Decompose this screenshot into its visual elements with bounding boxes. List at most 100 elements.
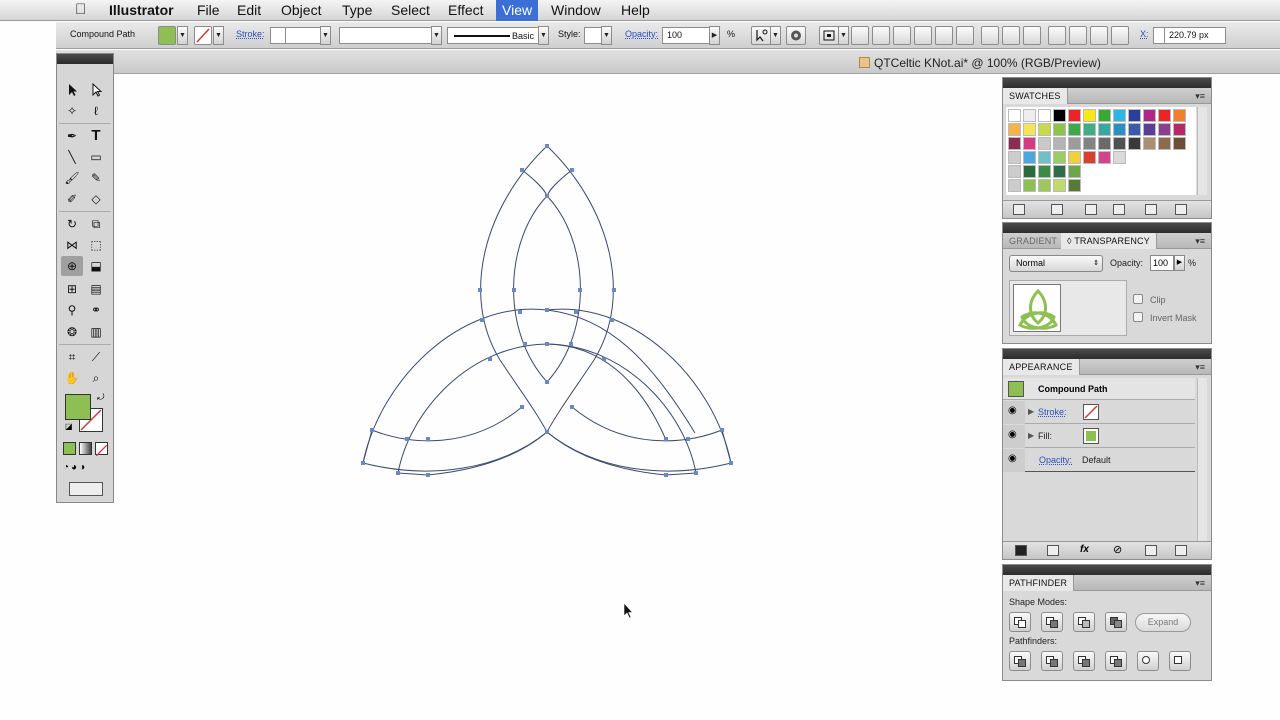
artboard-tool-icon[interactable]: ⌗ (61, 347, 83, 367)
color-swatch[interactable] (1053, 137, 1066, 150)
align-to-dropdown[interactable]: ▼ (838, 26, 849, 45)
x-position-link[interactable]: X: (1140, 29, 1149, 39)
delete-item-icon[interactable] (1175, 545, 1187, 556)
align-center-v-icon[interactable] (935, 26, 953, 45)
new-color-group-icon[interactable] (1113, 204, 1125, 215)
x-position-field[interactable]: 220.79 px (1164, 27, 1226, 44)
distribute-left-icon[interactable] (1048, 26, 1066, 45)
visibility-toggle[interactable]: ◉ (1003, 425, 1025, 448)
panel-grip[interactable] (1003, 223, 1211, 233)
column-graph-tool-icon[interactable]: ▥ (85, 322, 107, 342)
color-swatch[interactable] (1098, 151, 1111, 164)
appearance-object-row[interactable]: Compound Path (1003, 378, 1195, 400)
stroke-dropdown-arrow[interactable]: ▼ (213, 26, 224, 45)
free-transform-tool-icon[interactable]: ⬚ (85, 235, 107, 255)
color-swatch[interactable] (1083, 137, 1096, 150)
select-similar-dropdown[interactable]: ▼ (770, 26, 781, 45)
opacity-link[interactable]: Opacity: (625, 29, 658, 39)
color-swatch[interactable] (1098, 137, 1111, 150)
appearance-opacity-row[interactable]: ◉ Opacity: Default (1003, 449, 1195, 472)
panel-menu-icon[interactable]: ▾≡ (1195, 362, 1205, 373)
color-swatch[interactable] (1083, 151, 1096, 164)
menu-window[interactable]: Window (551, 2, 601, 20)
exclude-icon[interactable] (1105, 612, 1127, 632)
object-thumbnail[interactable] (1013, 284, 1061, 332)
gradient-tool-icon[interactable]: ▤ (85, 279, 107, 299)
fx-effect-icon[interactable]: fx (1080, 544, 1089, 555)
align-bottom-icon[interactable] (956, 26, 974, 45)
clear-appearance-icon[interactable]: ⊘ (1113, 543, 1122, 556)
expand-triangle-icon[interactable]: ▶ (1028, 431, 1034, 440)
color-swatch[interactable] (1023, 179, 1036, 192)
color-swatch[interactable] (1068, 123, 1081, 136)
clip-checkbox[interactable] (1133, 294, 1143, 304)
appearance-scrollbar[interactable] (1197, 378, 1207, 542)
menu-app-name[interactable]: Illustrator (109, 2, 174, 20)
tab-pathfinder[interactable]: PATHFINDER (1003, 575, 1075, 591)
divide-icon[interactable] (1009, 651, 1031, 671)
align-left-icon[interactable] (851, 26, 869, 45)
menu-object[interactable]: Object (281, 2, 321, 20)
color-swatch[interactable] (1053, 165, 1066, 178)
appearance-stroke-row[interactable]: ◉ ▶ Stroke: (1003, 401, 1195, 424)
color-swatch[interactable] (1023, 165, 1036, 178)
menu-help[interactable]: Help (621, 2, 650, 20)
outline-icon[interactable] (1137, 651, 1159, 671)
celtic-knot-artwork[interactable] (115, 75, 1000, 720)
visibility-toggle[interactable]: ◉ (1003, 449, 1025, 472)
pencil-tool-icon[interactable]: ✎ (85, 168, 107, 188)
panel-menu-icon[interactable]: ▾≡ (1195, 236, 1205, 247)
style-dropdown[interactable]: ▼ (601, 26, 612, 45)
zoom-tool-icon[interactable]: ⌕ (85, 368, 107, 388)
add-fill-icon[interactable] (1047, 545, 1059, 556)
color-swatch[interactable] (1008, 179, 1021, 192)
distribute-center-h-icon[interactable] (1069, 26, 1087, 45)
color-swatch[interactable] (1143, 123, 1156, 136)
color-swatch[interactable] (1008, 165, 1021, 178)
distribute-top-icon[interactable] (981, 26, 999, 45)
color-swatch[interactable] (1173, 123, 1186, 136)
variable-width-profile[interactable] (339, 27, 435, 44)
stroke-none-swatch[interactable] (194, 26, 212, 45)
symbol-sprayer-tool-icon[interactable]: ❂ (61, 322, 83, 342)
appearance-fill-row[interactable]: ◉ ▶ Fill: (1003, 425, 1195, 448)
panel-menu-icon[interactable]: ▾≡ (1195, 578, 1205, 589)
trim-icon[interactable] (1041, 651, 1063, 671)
expand-triangle-icon[interactable]: ▶ (1028, 407, 1034, 416)
distribute-center-v-icon[interactable] (1002, 26, 1020, 45)
tab-transparency[interactable]: ◊ TRANSPARENCY (1061, 233, 1157, 249)
minus-front-icon[interactable] (1041, 612, 1063, 632)
color-swatch[interactable] (1158, 123, 1171, 136)
lasso-tool-icon[interactable]: ℓ (85, 101, 107, 121)
color-swatch[interactable] (1128, 137, 1141, 150)
tab-gradient[interactable]: GRADIENT (1003, 233, 1063, 249)
color-swatch[interactable] (1143, 137, 1156, 150)
color-swatch[interactable] (1158, 109, 1171, 122)
color-mode-icon[interactable] (63, 442, 76, 455)
opacity-slider-arrow[interactable]: ▶ (1174, 255, 1185, 271)
swatches-scrollbar[interactable] (1197, 107, 1207, 195)
scale-tool-icon[interactable]: ⧉ (85, 214, 107, 234)
panel-grip[interactable] (1003, 349, 1211, 359)
blob-brush-tool-icon[interactable]: ✐ (61, 189, 83, 209)
color-swatch[interactable] (1113, 109, 1126, 122)
brush-definition-field[interactable]: Basic (447, 27, 539, 44)
color-swatch[interactable] (1173, 137, 1186, 150)
draw-mode-icons[interactable]: ◔◕◑ (63, 462, 87, 473)
menu-type[interactable]: Type (342, 2, 372, 20)
tab-swatches[interactable]: SWATCHES (1003, 88, 1068, 104)
color-swatch[interactable] (1038, 137, 1051, 150)
color-swatch[interactable] (1173, 109, 1186, 122)
hand-tool-icon[interactable]: ✋ (61, 368, 83, 388)
stroke-link[interactable]: Stroke: (1038, 407, 1067, 417)
menu-effect[interactable]: Effect (448, 2, 484, 20)
panel-grip[interactable] (1003, 565, 1211, 575)
brush-dropdown[interactable]: ▼ (538, 26, 549, 45)
color-swatch[interactable] (1008, 123, 1021, 136)
distribute-right-icon[interactable] (1090, 26, 1108, 45)
color-swatch[interactable] (1008, 109, 1021, 122)
color-swatch[interactable] (1008, 151, 1021, 164)
color-swatch[interactable] (1068, 179, 1081, 192)
screen-mode-icon[interactable] (69, 482, 103, 496)
align-center-h-icon[interactable] (872, 26, 890, 45)
